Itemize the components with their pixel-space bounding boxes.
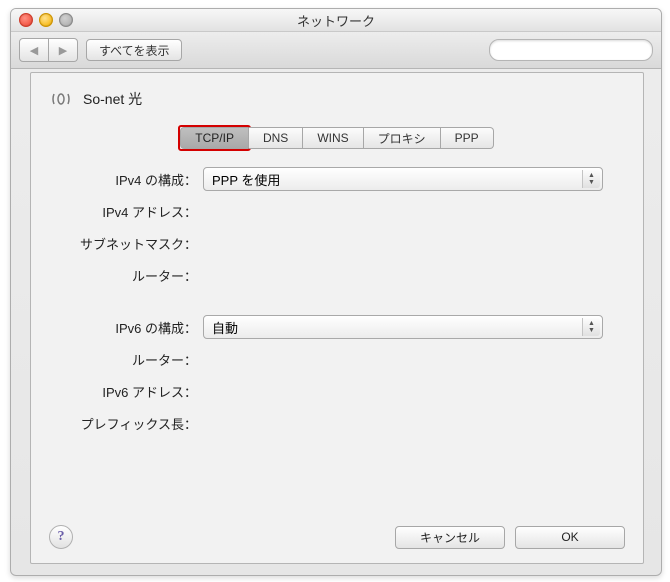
chevrons-icon: ▲▼ [582,318,600,336]
ipv6-address-label: IPv6 アドレス： [71,382,203,401]
ipv4-address-label: IPv4 アドレス： [71,202,203,221]
router6-label: ルーター： [71,350,203,369]
window-title: ネットワーク [297,11,375,30]
titlebar: ネットワーク [11,9,661,32]
toolbar: ◀ ▶ すべてを表示 [11,32,661,69]
tab-label: DNS [263,131,288,145]
forward-button[interactable]: ▶ [49,38,78,62]
search-input[interactable] [500,42,659,58]
tab-bar: TCP/IP DNS WINS プロキシ PPP [31,127,643,149]
ok-button[interactable]: OK [515,526,625,549]
tab-label: PPP [455,131,479,145]
tab-tcpip[interactable]: TCP/IP [180,127,249,149]
ipv4-config-popup[interactable]: PPP を使用 ▲▼ [203,167,603,191]
tab-label: TCP/IP [195,131,234,145]
ipv6-config-popup[interactable]: 自動 ▲▼ [203,315,603,339]
chevrons-icon: ▲▼ [582,170,600,188]
ipv6-config-label: IPv6 の構成： [71,318,203,337]
tab-proxy[interactable]: プロキシ [364,127,441,149]
popup-value: PPP を使用 [212,170,280,189]
form-area: IPv4 の構成： PPP を使用 ▲▼ IPv4 アドレス： サブネットマスク… [31,163,643,435]
connection-name: So-net 光 [83,89,142,109]
tab-dns[interactable]: DNS [249,127,303,149]
prefix-length-label: プレフィックス長： [71,414,203,433]
settings-sheet: So-net 光 TCP/IP DNS WINS プロキシ PPP [30,72,644,564]
cancel-button[interactable]: キャンセル [395,526,505,549]
footer: ? キャンセル OK [49,525,625,549]
connection-header: So-net 光 [31,73,643,119]
tab-label: WINS [317,131,348,145]
popup-value: 自動 [212,318,238,337]
subnet-mask-label: サブネットマスク： [71,234,203,253]
router4-label: ルーター： [71,266,203,285]
tab-wins[interactable]: WINS [303,127,363,149]
traffic-lights [19,13,73,27]
connection-icon [49,87,73,111]
search-field[interactable] [489,39,653,61]
minimize-icon[interactable] [39,13,53,27]
back-button[interactable]: ◀ [19,38,49,62]
ipv4-config-label: IPv4 の構成： [71,170,203,189]
zoom-icon[interactable] [59,13,73,27]
tab-ppp[interactable]: PPP [441,127,494,149]
nav-group: ◀ ▶ [19,38,78,62]
help-button[interactable]: ? [49,525,73,549]
close-icon[interactable] [19,13,33,27]
preferences-window: ネットワーク ◀ ▶ すべてを表示 So-net 光 [10,8,662,576]
show-all-button[interactable]: すべてを表示 [86,39,182,61]
tab-label: プロキシ [378,130,426,147]
